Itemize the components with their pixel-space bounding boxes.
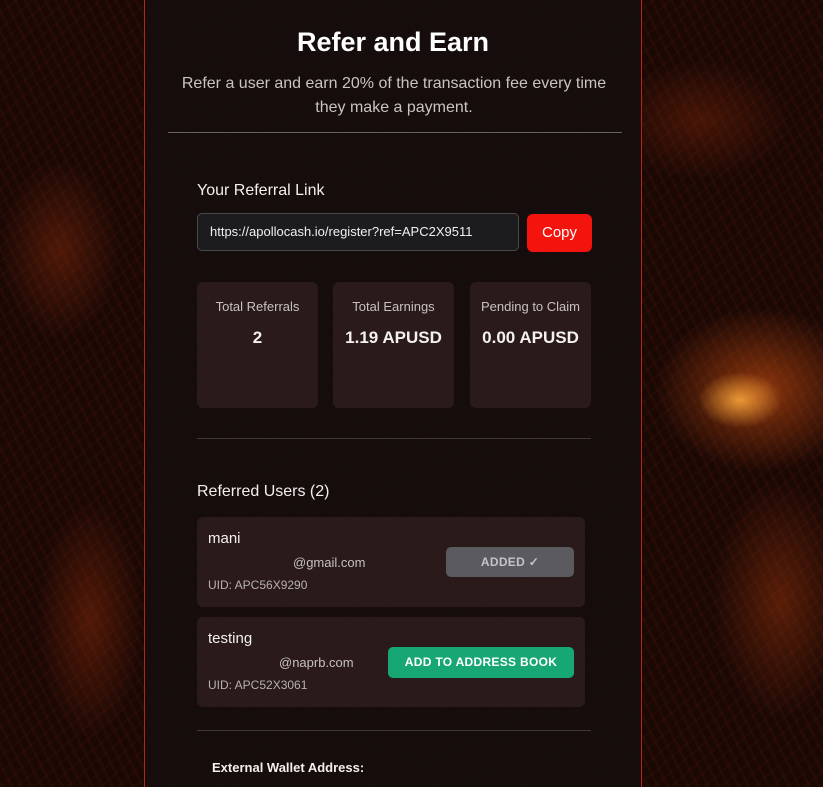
stat-label: Total Earnings	[352, 299, 435, 314]
user-uid: UID: APC56X9290	[208, 578, 308, 592]
user-name: testing	[208, 630, 253, 647]
user-uid: UID: APC52X3061	[208, 678, 308, 692]
copy-button[interactable]: Copy	[527, 214, 592, 252]
referred-user-row: mani @gmail.com UID: APC56X9290 ADDED ✓	[197, 517, 585, 607]
section-divider	[197, 730, 591, 731]
section-divider	[197, 438, 591, 439]
stat-value: 0.00 APUSD	[482, 328, 579, 347]
stat-pending-claim: Pending to Claim 0.00 APUSD	[470, 282, 591, 408]
user-name: mani	[208, 530, 241, 547]
page-subtitle: Refer a user and earn 20% of the transac…	[181, 75, 607, 116]
stat-total-referrals: Total Referrals 2	[197, 282, 318, 408]
add-to-address-book-button[interactable]: ADD TO ADDRESS BOOK	[388, 647, 574, 678]
added-button[interactable]: ADDED ✓	[446, 547, 574, 577]
stat-label: Pending to Claim	[481, 299, 580, 314]
user-email: @naprb.com	[279, 655, 354, 670]
stat-value: 1.19 APUSD	[345, 328, 442, 347]
stat-label: Total Referrals	[215, 299, 300, 314]
page-title: Refer and Earn	[296, 27, 490, 57]
external-wallet-label: External Wallet Address:	[212, 760, 365, 775]
referred-users-heading: Referred Users (2)	[197, 483, 330, 500]
refer-panel: Refer and Earn Refer a user and earn 20%…	[144, 0, 642, 787]
referral-link-label: Your Referral Link	[197, 182, 325, 199]
referral-link-field[interactable]: https://apollocash.io/register?ref=APC2X…	[197, 213, 519, 251]
header-divider	[168, 132, 622, 133]
user-email: @gmail.com	[293, 555, 366, 570]
referred-user-row: testing @naprb.com UID: APC52X3061 ADD T…	[197, 617, 585, 707]
stat-total-earnings: Total Earnings 1.19 APUSD	[333, 282, 454, 408]
stat-value: 2	[252, 328, 263, 347]
